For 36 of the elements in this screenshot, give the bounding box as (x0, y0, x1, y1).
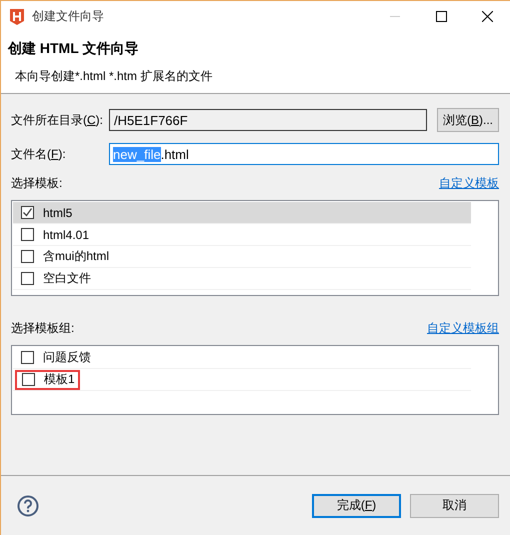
link[interactable]: 自定义模板 (439, 174, 499, 192)
section-label: 选择模板组: (11, 320, 74, 336)
item-label: 问题反馈 (43, 349, 91, 366)
window-title: 创建文件向导 (32, 8, 105, 25)
checkbox[interactable] (22, 373, 35, 386)
directory-field[interactable]: /H5E1F766F (109, 109, 427, 131)
list-item[interactable]: 问题反馈 (13, 347, 471, 369)
close-icon[interactable] (482, 11, 492, 22)
list-item[interactable]: 模板1 (13, 369, 471, 391)
checkbox[interactable] (21, 228, 34, 241)
dialog-button[interactable]: 取消 (410, 494, 499, 518)
checkbox[interactable] (21, 206, 34, 219)
list-item[interactable]: 空白文件 (13, 268, 471, 290)
item-label: 含mui的html (43, 248, 110, 265)
filename-field[interactable]: new_file.html (109, 143, 499, 165)
list-item[interactable]: html4.01 (13, 224, 471, 246)
item-label: html4.01 (43, 228, 90, 242)
app-logo-icon (10, 8, 24, 24)
list-item[interactable]: html5 (13, 202, 471, 224)
wizard-description: 本向导创建*.html *.htm 扩展名的文件 (15, 68, 214, 85)
list-item[interactable]: 含mui的html (13, 246, 471, 268)
wizard-title: 创建 HTML 文件向导 (8, 40, 140, 58)
checkbox[interactable] (21, 250, 34, 263)
item-label: html5 (43, 206, 72, 220)
checkbox[interactable] (21, 272, 34, 285)
checkbox[interactable] (21, 351, 34, 364)
item-label: 空白文件 (43, 270, 91, 287)
browse-button[interactable]: 浏览(B)... (436, 108, 499, 132)
dialog-button[interactable]: 完成(F) (312, 494, 401, 518)
item-label: 模板1 (44, 371, 75, 388)
link[interactable]: 自定义模板组 (427, 320, 499, 336)
section-label: 选择模板: (11, 174, 62, 192)
field-label: 文件所在目录(C): (11, 112, 103, 128)
maximize-icon[interactable] (436, 11, 446, 22)
field-label: 文件名(F): (11, 146, 67, 162)
help-icon[interactable] (17, 494, 39, 516)
